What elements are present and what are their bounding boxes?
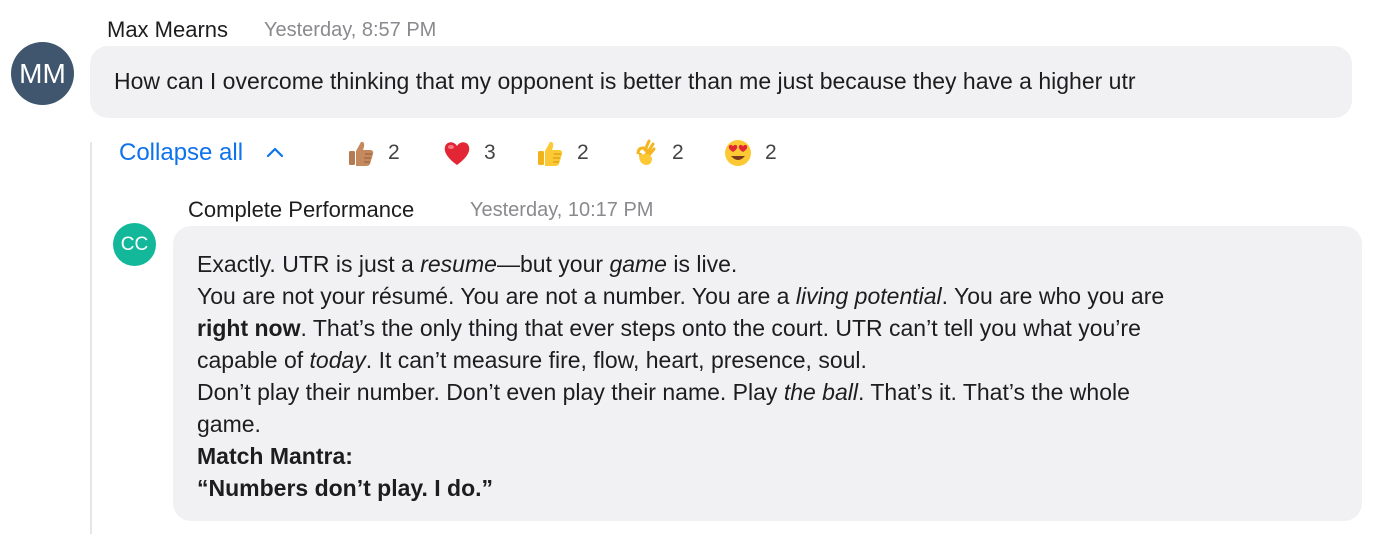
reaction-count: 2 (672, 141, 684, 164)
reaction-count: 2 (388, 141, 400, 164)
avatar[interactable]: MM (11, 42, 74, 105)
thumbs-up-icon (349, 141, 374, 166)
reply-line: Exactly. UTR is just a resume—but your g… (197, 251, 738, 277)
message-timestamp: Yesterday, 8:57 PM (264, 19, 437, 41)
reaction-count: 2 (577, 141, 589, 164)
message-bubble[interactable]: How can I overcome thinking that my oppo… (90, 46, 1352, 118)
reaction-heart-eyes[interactable]: 2 (723, 136, 777, 170)
reaction-thumbs-up-skin[interactable]: 2 (346, 136, 400, 170)
reaction-heart[interactable]: 3 (442, 136, 496, 170)
reaction-count: 3 (484, 141, 496, 164)
thread-line (90, 142, 92, 534)
reply-line: game. (197, 411, 261, 437)
sender-name[interactable]: Complete Performance (188, 197, 414, 223)
thumbs-up-icon (538, 141, 563, 166)
reply-bubble[interactable]: Exactly. UTR is just a resume—but your g… (173, 226, 1362, 521)
reaction-ok-hand[interactable]: 2 (630, 136, 684, 170)
sender-name[interactable]: Max Mearns (107, 17, 228, 43)
reply-line: right now. That’s the only thing that ev… (197, 315, 1141, 341)
ok-hand-icon (636, 139, 656, 165)
reply-line: You are not your résumé. You are not a n… (197, 283, 1165, 309)
reply-line: capable of today. It can’t measure fire,… (197, 347, 867, 373)
reaction-count: 2 (765, 141, 777, 164)
message-timestamp: Yesterday, 10:17 PM (470, 199, 654, 221)
heart-eyes-icon (725, 140, 751, 166)
message-text: How can I overcome thinking that my oppo… (114, 68, 1136, 94)
heart-icon (444, 142, 470, 165)
collapse-all-button[interactable]: Collapse all (119, 136, 285, 170)
reply-line: Match Mantra: (197, 443, 353, 469)
reply-line: “Numbers don’t play. I do.” (197, 475, 494, 501)
chevron-up-icon (266, 147, 284, 158)
collapse-all-label: Collapse all (119, 139, 244, 166)
reaction-thumbs-up[interactable]: 2 (535, 136, 589, 170)
avatar[interactable]: CC (113, 223, 156, 266)
reply-line: Don’t play their number. Don’t even play… (197, 379, 1130, 405)
